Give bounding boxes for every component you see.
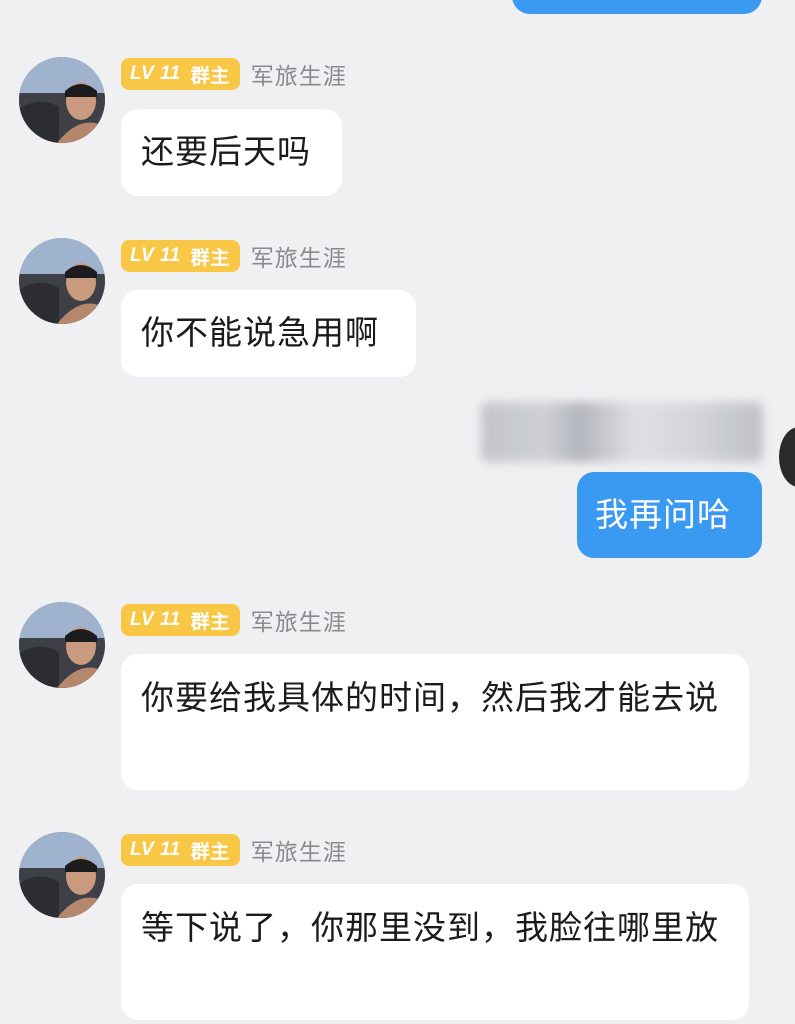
badge-role: 群主 xyxy=(190,247,230,269)
message-bubble[interactable]: 你要给我具体的时间，然后我才能去说 xyxy=(121,654,749,790)
badge-level: LV 11 xyxy=(130,63,181,84)
message-bubble[interactable]: 还要后天吗 xyxy=(121,109,342,196)
sent-message-bubble-partial[interactable] xyxy=(512,0,762,14)
badge-level: LV 11 xyxy=(130,609,181,630)
person-photo-avatar-icon xyxy=(19,57,105,143)
badge-role: 群主 xyxy=(190,841,230,863)
message-bubble[interactable]: 等下说了，你那里没到，我脸往哪里放 xyxy=(121,884,749,1020)
blurred-sender-name xyxy=(481,402,763,462)
sender-avatar[interactable] xyxy=(19,602,105,688)
sender-meta: LV 11 群主 军旅生涯 xyxy=(121,58,347,90)
member-level-badge: LV 11 群主 xyxy=(121,240,240,272)
person-photo-avatar-icon xyxy=(19,238,105,324)
sender-nickname[interactable]: 军旅生涯 xyxy=(251,239,347,273)
sender-avatar[interactable] xyxy=(19,238,105,324)
own-avatar-partial[interactable] xyxy=(779,427,795,487)
person-photo-avatar-icon xyxy=(19,832,105,918)
message-bubble[interactable]: 我再问哈 xyxy=(577,472,762,558)
sender-meta: LV 11 群主 军旅生涯 xyxy=(121,240,347,272)
badge-level: LV 11 xyxy=(130,245,181,266)
sender-meta: LV 11 群主 军旅生涯 xyxy=(121,604,347,636)
sender-avatar[interactable] xyxy=(19,57,105,143)
member-level-badge: LV 11 群主 xyxy=(121,604,240,636)
member-level-badge: LV 11 群主 xyxy=(121,834,240,866)
badge-role: 群主 xyxy=(190,611,230,633)
sender-nickname[interactable]: 军旅生涯 xyxy=(251,833,347,867)
chat-message-list[interactable]: LV 11 群主 军旅生涯 还要后天吗 LV 11 群主 军旅生涯 你不能说急用… xyxy=(0,0,795,1024)
badge-role: 群主 xyxy=(190,65,230,87)
badge-level: LV 11 xyxy=(130,839,181,860)
sender-meta: LV 11 群主 军旅生涯 xyxy=(121,834,347,866)
person-photo-avatar-icon xyxy=(19,602,105,688)
sender-avatar[interactable] xyxy=(19,832,105,918)
sender-nickname[interactable]: 军旅生涯 xyxy=(251,603,347,637)
member-level-badge: LV 11 群主 xyxy=(121,58,240,90)
message-bubble[interactable]: 你不能说急用啊 xyxy=(121,290,416,377)
sender-nickname[interactable]: 军旅生涯 xyxy=(251,57,347,91)
